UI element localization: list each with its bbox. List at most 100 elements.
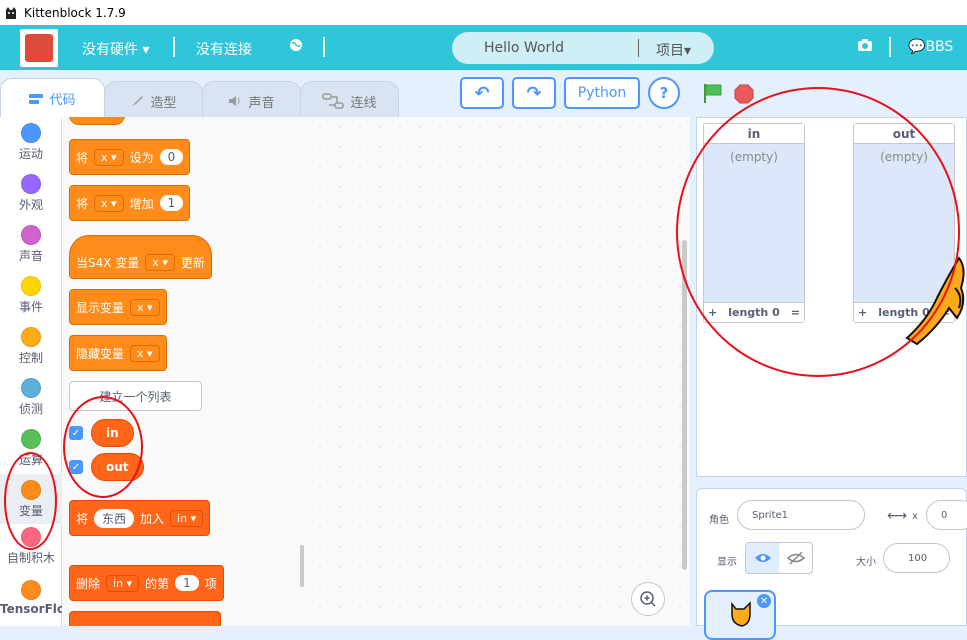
stage[interactable]: in (empty) + length 0 = out (empty) + le…	[696, 117, 967, 477]
cat-sprite-icon[interactable]	[897, 248, 967, 358]
menu-divider	[173, 37, 175, 57]
category-events[interactable]: 事件	[0, 270, 62, 320]
category-sensing[interactable]: 侦测	[0, 372, 62, 422]
category-tensorflow[interactable]: TensorFlo	[0, 576, 62, 626]
tab-wiring[interactable]: 连线	[300, 81, 399, 121]
variable-dropdown[interactable]: x ▾	[130, 298, 160, 316]
add-item-button[interactable]: +	[708, 306, 717, 319]
block-text: 设为	[129, 150, 154, 165]
show-list-in-checkbox[interactable]: ✓	[69, 426, 83, 440]
chevron-down-icon: ▾	[142, 42, 150, 58]
hide-variable-block[interactable]: 隐藏变量 x ▾	[69, 335, 167, 371]
category-dot	[21, 327, 41, 347]
list-monitor-footer: + length 0 =	[704, 302, 804, 322]
logo[interactable]	[20, 29, 58, 67]
resize-handle[interactable]: =	[791, 306, 800, 319]
camera-icon[interactable]	[857, 38, 873, 56]
code-icon	[29, 93, 44, 104]
menu-divider	[889, 37, 891, 57]
make-list-button[interactable]: 建立一个列表	[69, 381, 202, 411]
project-title-box: Hello World 项目▾	[452, 32, 714, 64]
chevron-down-icon: ▾	[111, 150, 117, 164]
category-label: 变量	[18, 504, 43, 518]
category-control[interactable]: 控制	[0, 321, 62, 371]
partial-list-block[interactable]	[69, 611, 221, 626]
python-button[interactable]: Python	[564, 77, 640, 109]
category-dot	[21, 480, 41, 500]
undo-button[interactable]: ↶	[460, 77, 504, 109]
x-position-input[interactable]: 0	[926, 500, 967, 530]
project-name-input[interactable]: Hello World	[484, 40, 564, 56]
wiring-icon	[322, 93, 345, 109]
list-out-reporter[interactable]: out	[91, 453, 144, 481]
set-variable-block[interactable]: 将 x ▾ 设为 0	[69, 139, 191, 175]
variable-dropdown[interactable]: x ▾	[145, 253, 175, 271]
delete-list-item-block[interactable]: 删除 in ▾ 的第 1 项	[69, 565, 224, 601]
chevron-down-icon: ▾	[190, 511, 197, 525]
sprite-name-label: 角色	[709, 515, 729, 526]
delete-sprite-button[interactable]: ✕	[757, 594, 771, 608]
menu-divider	[323, 37, 325, 57]
code-workspace[interactable]	[310, 117, 690, 626]
sprite-name-input[interactable]: Sprite1	[737, 500, 865, 530]
bbs-link[interactable]: 💬BBS	[908, 39, 953, 55]
dropdown-value: x	[101, 150, 108, 164]
category-label: TensorFlo	[0, 602, 62, 616]
add-to-list-block[interactable]: 将 东西 加入 in ▾	[69, 500, 211, 536]
chevron-down-icon: ▾	[147, 300, 153, 314]
index-input[interactable]: 1	[175, 575, 199, 591]
category-label: 侦测	[18, 402, 43, 416]
partial-block[interactable]	[69, 117, 125, 125]
workspace-scrollbar[interactable]	[682, 240, 687, 570]
project-menu[interactable]: 项目▾	[656, 40, 691, 60]
block-text: 增加	[129, 196, 154, 211]
list-monitor-in: in (empty) + length 0 =	[703, 123, 805, 323]
add-item-button[interactable]: +	[858, 306, 867, 319]
list-dropdown[interactable]: in ▾	[106, 574, 140, 592]
chevron-down-icon: ▾	[684, 43, 692, 59]
hide-sprite-button[interactable]	[779, 543, 812, 573]
zoom-in-button[interactable]	[631, 582, 665, 616]
palette-scrollbar[interactable]	[300, 545, 304, 587]
chevron-down-icon: ▾	[147, 346, 153, 360]
value-input[interactable]: 0	[159, 149, 184, 165]
category-variables[interactable]: 变量	[0, 474, 62, 524]
category-motion[interactable]: 运动	[0, 117, 62, 167]
dropdown-value: x	[101, 196, 108, 210]
tab-costumes-label: 造型	[150, 95, 177, 111]
change-variable-block[interactable]: 将 x ▾ 增加 1	[69, 185, 191, 221]
list-in-reporter[interactable]: in	[91, 419, 134, 447]
globe-icon[interactable]	[289, 38, 303, 56]
zoom-in-icon	[640, 591, 656, 607]
variable-dropdown[interactable]: x ▾	[94, 194, 124, 212]
connection-menu[interactable]: 没有连接	[196, 39, 252, 59]
hardware-menu[interactable]: 没有硬件 ▾	[82, 39, 149, 59]
help-button[interactable]: ?	[648, 77, 680, 109]
show-variable-block[interactable]: 显示变量 x ▾	[69, 289, 167, 325]
category-sound[interactable]: 声音	[0, 219, 62, 269]
list-dropdown[interactable]: in ▾	[170, 509, 204, 527]
variable-dropdown[interactable]: x ▾	[94, 148, 124, 166]
redo-button[interactable]: ↷	[512, 77, 556, 109]
chat-icon: 💬	[908, 39, 926, 55]
show-sprite-button[interactable]	[746, 543, 779, 573]
show-list-out-checkbox[interactable]: ✓	[69, 460, 83, 474]
category-operators[interactable]: 运算	[0, 423, 62, 473]
green-flag-icon[interactable]	[701, 82, 723, 104]
variable-dropdown[interactable]: x ▾	[130, 344, 160, 362]
project-menu-label: 项目	[656, 43, 684, 59]
category-looks[interactable]: 外观	[0, 168, 62, 218]
redo-icon: ↷	[526, 82, 542, 104]
tab-code[interactable]: 代码	[0, 78, 105, 118]
board-icon	[25, 34, 53, 62]
tab-costumes[interactable]: 造型	[104, 81, 203, 121]
when-s4x-variable-updated-block[interactable]: 当S4X 变量 x ▾ 更新	[69, 235, 212, 279]
tab-sounds[interactable]: 声音	[202, 81, 301, 121]
category-my-blocks[interactable]: 自制积木	[0, 525, 62, 575]
stop-icon[interactable]	[734, 84, 754, 104]
item-input[interactable]: 东西	[94, 508, 135, 528]
block-text: 将	[76, 150, 89, 165]
value-input[interactable]: 1	[159, 195, 184, 211]
bbs-label: BBS	[925, 39, 954, 55]
size-input[interactable]: 100	[883, 543, 950, 573]
